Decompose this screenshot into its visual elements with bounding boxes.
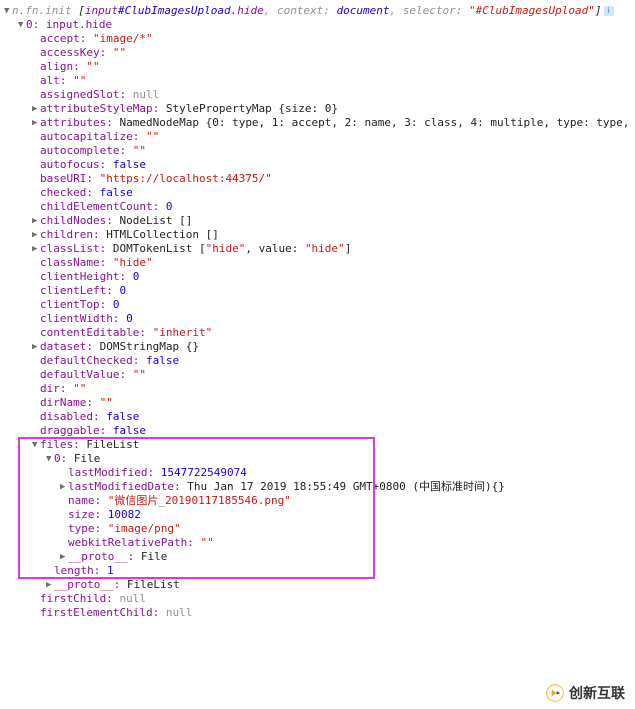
prop-row[interactable]: ▶firstChild: null [4,592,635,606]
prop-row[interactable]: ▶classList: DOMTokenList ["hide", value:… [4,242,635,256]
expand-arrow-icon[interactable]: ▶ [32,116,40,130]
expand-arrow-icon[interactable]: ▶ [32,228,40,242]
expand-arrow-icon[interactable]: ▶ [32,340,40,354]
expand-arrow-icon[interactable]: ▶ [32,214,40,228]
prop-row[interactable]: ▶children: HTMLCollection [] [4,228,635,242]
prop-row[interactable]: ▶clientTop: 0 [4,298,635,312]
expand-arrow-icon[interactable]: ▼ [4,4,12,18]
prop-row[interactable]: ▶defaultValue: "" [4,368,635,382]
expand-arrow-icon[interactable]: ▶ [46,578,54,592]
prop-row[interactable]: ▶dirName: "" [4,396,635,410]
prop-row[interactable]: ▶checked: false [4,186,635,200]
file-prop[interactable]: ▶lastModifiedDate: Thu Jan 17 2019 18:55… [4,480,635,494]
root-object[interactable]: ▼n.fn.init [input#ClubImagesUpload.hide,… [4,4,635,18]
prop-row[interactable]: ▶disabled: false [4,410,635,424]
element-input[interactable]: ▼0: input.hide [4,18,635,32]
expand-arrow-icon[interactable]: ▶ [32,102,40,116]
file-prop[interactable]: ▶name: "微信图片_20190117185546.png" [4,494,635,508]
prop-row[interactable]: ▶contentEditable: "inherit" [4,326,635,340]
prop-row[interactable]: ▶firstElementChild: null [4,606,635,620]
file-prop[interactable]: ▶type: "image/png" [4,522,635,536]
proto-row[interactable]: ▶__proto__: FileList [4,578,635,592]
prop-row[interactable]: ▶childNodes: NodeList [] [4,214,635,228]
file-entry[interactable]: ▼0: File [4,452,635,466]
prop-row[interactable]: ▶autocomplete: "" [4,144,635,158]
prop-row[interactable]: ▶attributeStyleMap: StylePropertyMap {si… [4,102,635,116]
expand-arrow-icon[interactable]: ▼ [18,18,26,32]
prop-row[interactable]: ▶accessKey: "" [4,46,635,60]
prop-row[interactable]: ▶baseURI: "https://localhost:44375/" [4,172,635,186]
expand-arrow-icon[interactable]: ▶ [60,480,68,494]
watermark-text: 创新互联 [569,686,625,700]
prop-row[interactable]: ▶autocapitalize: "" [4,130,635,144]
prop-row[interactable]: ▶childElementCount: 0 [4,200,635,214]
prop-row[interactable]: ▶autofocus: false [4,158,635,172]
file-proto[interactable]: ▶__proto__: File [4,550,635,564]
prop-row[interactable]: ▶alt: "" [4,74,635,88]
watermark-icon [545,683,565,703]
prop-row[interactable]: ▶draggable: false [4,424,635,438]
prop-row[interactable]: ▶clientHeight: 0 [4,270,635,284]
prop-files[interactable]: ▼files: FileList [4,438,635,452]
prop-row[interactable]: ▶className: "hide" [4,256,635,270]
prop-row[interactable]: ▶defaultChecked: false [4,354,635,368]
prop-row[interactable]: ▶clientLeft: 0 [4,284,635,298]
expand-arrow-icon[interactable]: ▼ [32,438,40,452]
prop-row[interactable]: ▶clientWidth: 0 [4,312,635,326]
expand-arrow-icon[interactable]: ▶ [60,550,68,564]
info-badge-icon[interactable]: i [604,6,614,16]
expand-arrow-icon[interactable]: ▶ [32,242,40,256]
prop-row[interactable]: ▶dir: "" [4,382,635,396]
prop-row[interactable]: ▶accept: "image/*" [4,32,635,46]
file-prop[interactable]: ▶lastModified: 1547722549074 [4,466,635,480]
prop-row[interactable]: ▶dataset: DOMStringMap {} [4,340,635,354]
prop-row[interactable]: ▶align: "" [4,60,635,74]
file-prop[interactable]: ▶length: 1 [4,564,635,578]
watermark: 创新互联 [545,683,625,703]
file-prop[interactable]: ▶size: 10082 [4,508,635,522]
prop-row[interactable]: ▶assignedSlot: null [4,88,635,102]
expand-arrow-icon[interactable]: ▼ [46,452,54,466]
prop-row[interactable]: ▶attributes: NamedNodeMap {0: type, 1: a… [4,116,635,130]
file-prop[interactable]: ▶webkitRelativePath: "" [4,536,635,550]
object-tree: ▼n.fn.init [input#ClubImagesUpload.hide,… [4,4,635,620]
